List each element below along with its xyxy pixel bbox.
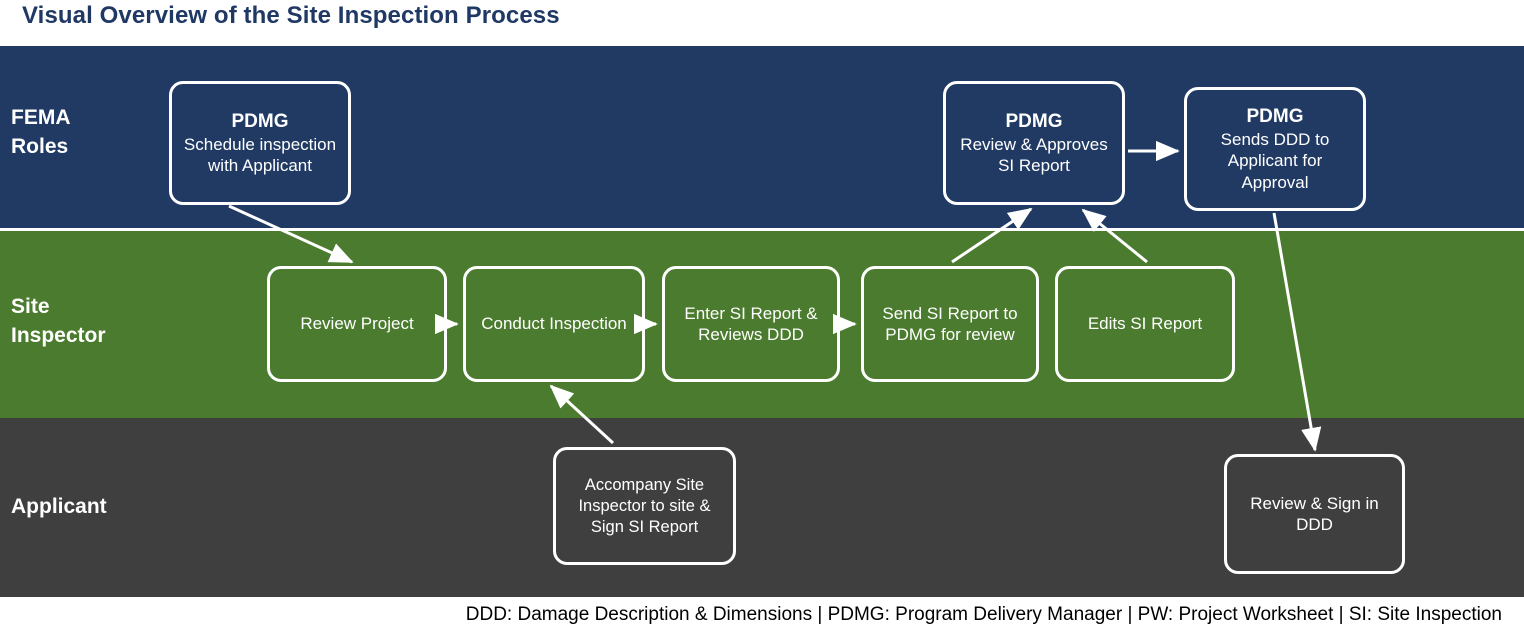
page-title: Visual Overview of the Site Inspection P…: [22, 2, 560, 29]
node-header: PDMG: [1246, 105, 1304, 127]
lane-label-fema-roles: FEMA Roles: [11, 106, 71, 158]
node-send-si-report-to-pdmg[interactable]: Send SI Report to PDMG for review: [861, 266, 1039, 382]
node-body: Send SI Report to PDMG for review: [882, 303, 1018, 345]
node-body: Accompany Site Inspector to site & Sign …: [578, 475, 711, 536]
node-accompany-site-inspector[interactable]: Accompany Site Inspector to site & Sign …: [553, 447, 736, 565]
node-header: PDMG: [1005, 110, 1063, 132]
lane-label-site-inspector: Site Inspector: [11, 295, 106, 347]
node-pdmg-sends-ddd-to-applicant[interactable]: PDMG Sends DDD to Applicant for Approval: [1184, 87, 1366, 211]
node-review-project[interactable]: Review Project: [267, 266, 447, 382]
node-body: Sends DDD to Applicant for Approval: [1220, 129, 1330, 192]
node-pdmg-review-approves-si-report[interactable]: PDMG Review & Approves SI Report: [943, 81, 1125, 205]
node-header: PDMG: [231, 110, 289, 132]
node-body: Conduct Inspection: [481, 314, 627, 334]
node-body: Edits SI Report: [1087, 314, 1203, 334]
node-conduct-inspection[interactable]: Conduct Inspection: [463, 266, 645, 382]
node-body: Review Project: [300, 314, 414, 334]
node-body: Enter SI Report & Reviews DDD: [684, 303, 818, 345]
node-review-sign-in-ddd[interactable]: Review & Sign in DDD: [1224, 454, 1405, 574]
footer-legend-text: DDD: Damage Description & Dimensions | P…: [465, 604, 1502, 625]
node-edits-si-report[interactable]: Edits SI Report: [1055, 266, 1235, 382]
node-body: Schedule inspection with Applicant: [183, 134, 337, 176]
node-enter-si-report-reviews-ddd[interactable]: Enter SI Report & Reviews DDD: [662, 266, 840, 382]
node-body: Review & Sign in DDD: [1250, 493, 1379, 535]
node-body: Review & Approves SI Report: [960, 134, 1108, 176]
diagram-canvas: Visual Overview of the Site Inspection P…: [0, 0, 1524, 633]
footer-legend-bar: DDD: Damage Description & Dimensions | P…: [0, 597, 1524, 633]
node-pdmg-schedule-inspection[interactable]: PDMG Schedule inspection with Applicant: [169, 81, 351, 205]
lane-label-applicant: Applicant: [11, 495, 107, 518]
